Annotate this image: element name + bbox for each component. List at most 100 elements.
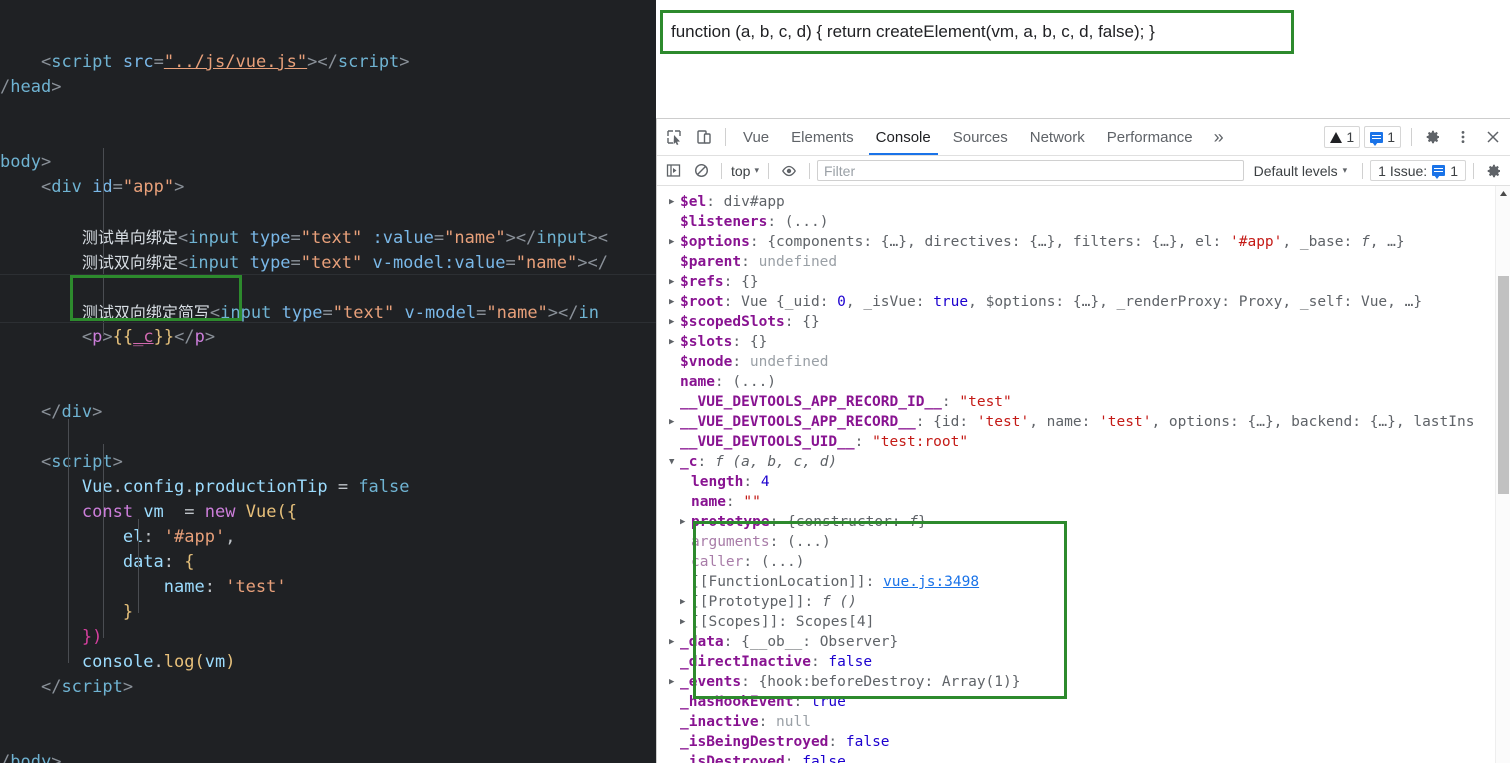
expand-arrow-right-icon[interactable]: ▶ bbox=[680, 592, 691, 612]
scrollbar-up-arrow-icon[interactable] bbox=[1496, 186, 1510, 201]
expand-arrow-right-icon[interactable]: ▶ bbox=[669, 672, 680, 692]
scrollbar-thumb[interactable] bbox=[1498, 276, 1509, 494]
console-settings-gear-icon[interactable] bbox=[1481, 159, 1507, 183]
console-filter-input[interactable] bbox=[817, 160, 1244, 181]
expand-arrow-right-icon[interactable]: ▶ bbox=[669, 632, 680, 652]
console-property-row[interactable]: ▶ $scopedSlots: {} bbox=[669, 312, 1495, 332]
code-token: input bbox=[220, 303, 272, 323]
inspect-element-icon[interactable] bbox=[659, 123, 689, 151]
console-property-row[interactable]: ▶ prototype: {constructor: f} bbox=[669, 512, 1495, 532]
log-levels-selector[interactable]: Default levels ▾ bbox=[1246, 163, 1356, 179]
console-token: _inactive bbox=[680, 714, 759, 730]
console-property-row[interactable]: ▶$vnode: undefined bbox=[669, 352, 1495, 372]
expand-arrow-right-icon[interactable]: ▶ bbox=[669, 292, 680, 312]
console-property-row[interactable]: ▶__VUE_DEVTOOLS_UID__: "test:root" bbox=[669, 432, 1495, 452]
device-toolbar-icon[interactable] bbox=[689, 123, 719, 151]
console-token: $root bbox=[680, 294, 724, 310]
code-token: > bbox=[547, 303, 559, 323]
issues-button[interactable]: 1 Issue: 1 bbox=[1370, 160, 1466, 181]
close-icon[interactable] bbox=[1478, 123, 1508, 151]
console-property-row[interactable]: ▶_inactive: null bbox=[669, 712, 1495, 732]
toolbar-divider bbox=[725, 128, 726, 146]
expand-arrow-right-icon[interactable]: ▶ bbox=[669, 232, 680, 252]
execution-context-label: top bbox=[731, 162, 751, 179]
annotation-text: function (a, b, c, d) { return createEle… bbox=[671, 22, 1155, 41]
tab-console[interactable]: Console bbox=[865, 119, 942, 155]
more-options-icon[interactable] bbox=[1448, 123, 1478, 151]
console-token: f bbox=[1360, 234, 1370, 250]
console-property-row[interactable]: ▶ $refs: {} bbox=[669, 272, 1495, 292]
console-property-row[interactable]: ▶__VUE_DEVTOOLS_APP_RECORD_ID__: "test" bbox=[669, 392, 1495, 412]
expand-arrow-right-icon[interactable]: ▶ bbox=[669, 312, 680, 332]
console-property-row[interactable]: ▶$listeners: (...) bbox=[669, 212, 1495, 232]
console-property-row[interactable]: ▼ _c: f (a, b, c, d) bbox=[669, 452, 1495, 472]
code-token: log bbox=[163, 652, 195, 672]
console-property-row[interactable]: ▶caller: (...) bbox=[669, 552, 1495, 572]
expand-arrow-right-icon: ▶ bbox=[669, 212, 680, 232]
console-property-row[interactable]: ▶ __VUE_DEVTOOLS_APP_RECORD__: {id: 'test… bbox=[669, 412, 1495, 432]
tab-vue[interactable]: Vue bbox=[732, 119, 780, 155]
tab-network[interactable]: Network bbox=[1019, 119, 1096, 155]
console-sidebar-toggle-icon[interactable] bbox=[660, 159, 686, 183]
execution-context-selector[interactable]: top ▾ bbox=[729, 163, 761, 179]
console-token[interactable]: vue.js:3498 bbox=[883, 574, 979, 590]
console-property-row[interactable]: ▶name: "" bbox=[669, 492, 1495, 512]
expand-arrow-right-icon[interactable]: ▶ bbox=[680, 612, 691, 632]
console-property-row[interactable]: ▶_isBeingDestroyed: false bbox=[669, 732, 1495, 752]
console-token: prototype bbox=[691, 514, 770, 530]
expand-arrow-right-icon[interactable]: ▶ bbox=[669, 192, 680, 212]
console-property-row[interactable]: ▶_directInactive: false bbox=[669, 652, 1495, 672]
expand-arrow-down-icon[interactable]: ▼ bbox=[669, 452, 680, 472]
code-token: = bbox=[112, 177, 123, 197]
console-rows[interactable]: ▶ ▶$el: div#app▶$listeners: (...)▶$optio… bbox=[657, 186, 1495, 763]
expand-arrow-right-icon[interactable]: ▶ bbox=[669, 412, 680, 432]
console-property-row[interactable]: ▶ _data: {__ob__: Observer} bbox=[669, 632, 1495, 652]
console-output-area[interactable]: ▶ ▶$el: div#app▶$listeners: (...)▶$optio… bbox=[657, 186, 1510, 763]
console-token: {constructor: bbox=[787, 514, 910, 530]
code-editor-pane[interactable]: <script src="../js/vue.js"></script>/hea… bbox=[0, 0, 656, 763]
live-expression-eye-icon[interactable] bbox=[776, 159, 802, 183]
console-property-row[interactable]: ▶ $root: Vue {_uid: 0, _isVue: true, $opt… bbox=[669, 292, 1495, 312]
expand-arrow-right-icon[interactable]: ▶ bbox=[669, 272, 680, 292]
code-token: "name" bbox=[515, 253, 578, 273]
console-token: $vnode bbox=[680, 354, 733, 370]
tab-sources[interactable]: Sources bbox=[942, 119, 1019, 155]
console-token: _events bbox=[680, 674, 742, 690]
message-counter[interactable]: 1 bbox=[1364, 126, 1401, 148]
console-property-row[interactable]: ▶ $slots: {} bbox=[669, 332, 1495, 352]
console-property-row[interactable]: ▶_isDestroyed: false bbox=[669, 752, 1495, 763]
console-token: $scopedSlots bbox=[680, 314, 785, 330]
console-property-row[interactable]: ▶$parent: undefined bbox=[669, 252, 1495, 272]
console-property-row[interactable]: ▶ $el: div#app bbox=[669, 192, 1495, 212]
console-property-row[interactable]: ▶length: 4 bbox=[669, 472, 1495, 492]
tab-elements[interactable]: Elements bbox=[780, 119, 865, 155]
console-token: : bbox=[697, 454, 715, 470]
console-token: : bbox=[804, 594, 822, 610]
code-token: productionTip bbox=[194, 477, 328, 497]
tab-label: Console bbox=[875, 128, 931, 146]
expand-arrow-right-icon[interactable]: ▶ bbox=[680, 512, 691, 532]
console-property-row[interactable]: ▶_hasHookEvent: true bbox=[669, 692, 1495, 712]
console-scrollbar[interactable] bbox=[1495, 186, 1510, 763]
more-tabs-icon[interactable]: » bbox=[1204, 127, 1234, 148]
tab-performance[interactable]: Performance bbox=[1096, 119, 1204, 155]
console-property-row[interactable]: ▶ [[Scopes]]: Scopes[4] bbox=[669, 612, 1495, 632]
code-editor-lines[interactable]: <script src="../js/vue.js"></script>/hea… bbox=[0, 50, 656, 763]
warning-counter[interactable]: 1 bbox=[1324, 126, 1361, 148]
gear-icon[interactable] bbox=[1418, 123, 1448, 151]
console-property-row[interactable]: ▶ [[Prototype]]: f () bbox=[669, 592, 1495, 612]
expand-arrow-right-icon: ▶ bbox=[669, 732, 680, 752]
console-property-row[interactable]: ▶ $options: {components: {…}, directives:… bbox=[669, 232, 1495, 252]
console-property-row[interactable]: ▶ _events: {hook:beforeDestroy: Array(1)} bbox=[669, 672, 1495, 692]
console-property-row[interactable]: ▶name: (...) bbox=[669, 372, 1495, 392]
console-property-row[interactable]: ▶[[FunctionLocation]]: vue.js:3498 bbox=[669, 572, 1495, 592]
expand-arrow-right-icon[interactable]: ▶ bbox=[669, 332, 680, 352]
console-property-row[interactable]: ▶arguments: (...) bbox=[669, 532, 1495, 552]
code-token: > bbox=[112, 452, 123, 472]
clear-console-icon[interactable] bbox=[688, 159, 714, 183]
code-token: "text" bbox=[300, 253, 363, 273]
